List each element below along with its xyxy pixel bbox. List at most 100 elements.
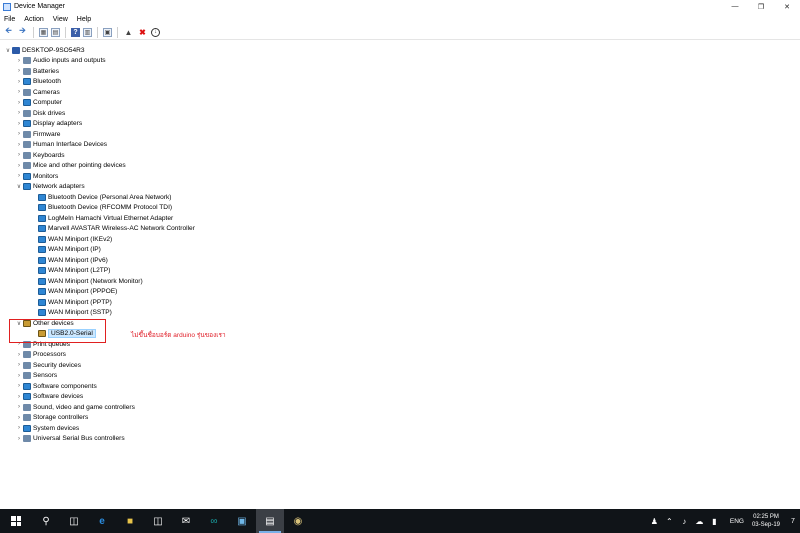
tree-item[interactable]: WAN Miniport (IPv6) [38,255,108,265]
chevron-down-icon[interactable]: ∨ [15,183,23,190]
tree-category[interactable]: › Computer [15,98,62,108]
chevron-right-icon[interactable]: › [15,110,23,116]
control-panel-icon[interactable]: ▣ [228,509,256,533]
tree-category[interactable]: › Batteries [15,66,59,76]
mail-icon[interactable]: ✉ [172,509,200,533]
forward-icon[interactable]: 🡪 [17,26,28,38]
tree-category[interactable]: › Human Interface Devices [15,140,107,150]
tree-category[interactable]: › Bluetooth [15,77,61,87]
chevron-right-icon[interactable]: › [15,142,23,148]
paint-icon[interactable]: ◉ [284,509,312,533]
tree-category[interactable]: › Sensors [15,371,57,381]
chevron-right-icon[interactable]: › [15,415,23,421]
display-adapter-icon [23,120,31,128]
tree-category[interactable]: › Keyboards [15,150,65,160]
chevron-right-icon[interactable]: › [15,436,23,442]
chevron-right-icon[interactable]: › [15,173,23,179]
menu-view[interactable]: View [53,16,68,23]
window-title: Device Manager [14,3,65,10]
language-indicator[interactable]: ENG [730,518,744,525]
chevron-right-icon[interactable]: › [15,58,23,64]
minimize-button[interactable]: — [722,0,748,13]
tree-category[interactable]: › Sound, video and game controllers [15,402,135,412]
menu-help[interactable]: Help [77,16,91,23]
clock[interactable]: 02:25 PM 03-Sep-19 [752,513,780,529]
tree-category[interactable]: › System devices [15,423,79,433]
chevron-right-icon[interactable]: › [15,394,23,400]
tree-category[interactable]: › Storage controllers [15,413,88,423]
tree-category[interactable]: › Cameras [15,87,60,97]
processor-icon [23,351,31,359]
search-icon[interactable]: ⚲ [32,509,60,533]
chevron-right-icon[interactable]: › [15,131,23,137]
people-icon[interactable]: ♟ [647,517,662,526]
chevron-right-icon[interactable]: › [15,362,23,368]
chevron-right-icon[interactable]: › [15,121,23,127]
close-button[interactable]: ✕ [774,0,800,13]
chevron-right-icon[interactable]: › [15,373,23,379]
tree-category[interactable]: › Software devices [15,392,83,402]
tree-category-network-adapters[interactable]: ∨ Network adapters [15,182,85,192]
network-adapter-icon [38,225,46,233]
tree-category[interactable]: › Universal Serial Bus controllers [15,434,125,444]
chevron-right-icon[interactable]: › [15,79,23,85]
properties-icon[interactable]: ▤ [51,27,60,37]
tree-item[interactable]: WAN Miniport (IKEv2) [38,234,112,244]
chevron-right-icon[interactable]: › [15,89,23,95]
menu-action[interactable]: Action [24,16,43,23]
tree-item[interactable]: WAN Miniport (PPTP) [38,297,112,307]
chevron-down-icon[interactable]: ∨ [4,47,12,54]
tree-item[interactable]: Bluetooth Device (Personal Area Network) [38,192,172,202]
tree-item[interactable]: WAN Miniport (SSTP) [38,308,112,318]
tree-category[interactable]: › Security devices [15,360,81,370]
tree-category[interactable]: › Software components [15,381,97,391]
volume-icon[interactable]: ♪ [677,517,692,526]
chevron-right-icon[interactable]: › [15,100,23,106]
help-icon[interactable]: ? [71,27,80,37]
notification-center-icon[interactable]: 7 [786,509,800,533]
tree-item[interactable]: LogMeIn Hamachi Virtual Ethernet Adapter [38,213,173,223]
task-view-icon[interactable]: ◫ [60,509,88,533]
tree-category[interactable]: › Audio inputs and outputs [15,56,106,66]
tree-item[interactable]: Marvell AVASTAR Wireless-AC Network Cont… [38,224,195,234]
restore-button[interactable]: ❐ [748,0,774,13]
file-explorer-icon[interactable]: ■ [116,509,144,533]
chevron-right-icon[interactable]: › [15,68,23,74]
menu-file[interactable]: File [4,16,15,23]
chevron-right-icon[interactable]: › [15,163,23,169]
network-icon[interactable]: ☁ [692,517,707,526]
chevron-right-icon[interactable]: › [15,425,23,431]
tree-item[interactable]: Bluetooth Device (RFCOMM Protocol TDI) [38,203,172,213]
title-bar: Device Manager — ❐ ✕ [0,0,800,13]
tree-category[interactable]: › Disk drives [15,108,65,118]
uninstall-icon[interactable]: ✖ [137,27,148,38]
edge-icon[interactable]: e [88,509,116,533]
tree-category[interactable]: › Firmware [15,129,60,139]
chevron-up-icon[interactable]: ⌃ [662,517,677,526]
chevron-right-icon[interactable]: › [15,352,23,358]
tree-category[interactable]: › Monitors [15,171,58,181]
store-icon[interactable]: ◫ [144,509,172,533]
tree-item[interactable]: WAN Miniport (Network Monitor) [38,276,143,286]
tree-item[interactable]: WAN Miniport (PPPOE) [38,287,117,297]
tree-category[interactable]: › Display adapters [15,119,82,129]
chevron-right-icon[interactable]: › [15,152,23,158]
start-button[interactable] [0,509,32,533]
tree-category[interactable]: › Mice and other pointing devices [15,161,126,171]
device-manager-taskbar-icon[interactable]: ▤ [256,509,284,533]
tree-item[interactable]: WAN Miniport (IP) [38,245,101,255]
scan-hardware-icon[interactable]: ▣ [103,27,112,37]
chevron-right-icon[interactable]: › [15,404,23,410]
tree-category[interactable]: › Processors [15,350,66,360]
download-icon[interactable]: ↓ [151,27,160,37]
menu-bar: File Action View Help [0,13,800,25]
tree-item[interactable]: WAN Miniport (L2TP) [38,266,110,276]
tree-root[interactable]: ∨ DESKTOP-9SO54R3 [4,45,85,55]
action-pane-icon[interactable]: ▥ [83,27,92,37]
chevron-right-icon[interactable]: › [15,383,23,389]
back-icon[interactable]: 🡨 [3,26,14,38]
arduino-icon[interactable]: ∞ [200,509,228,533]
tree-view-icon[interactable]: ▦ [39,27,48,37]
update-driver-icon[interactable]: ▲ [123,27,134,38]
battery-icon[interactable]: ▮ [707,517,722,526]
